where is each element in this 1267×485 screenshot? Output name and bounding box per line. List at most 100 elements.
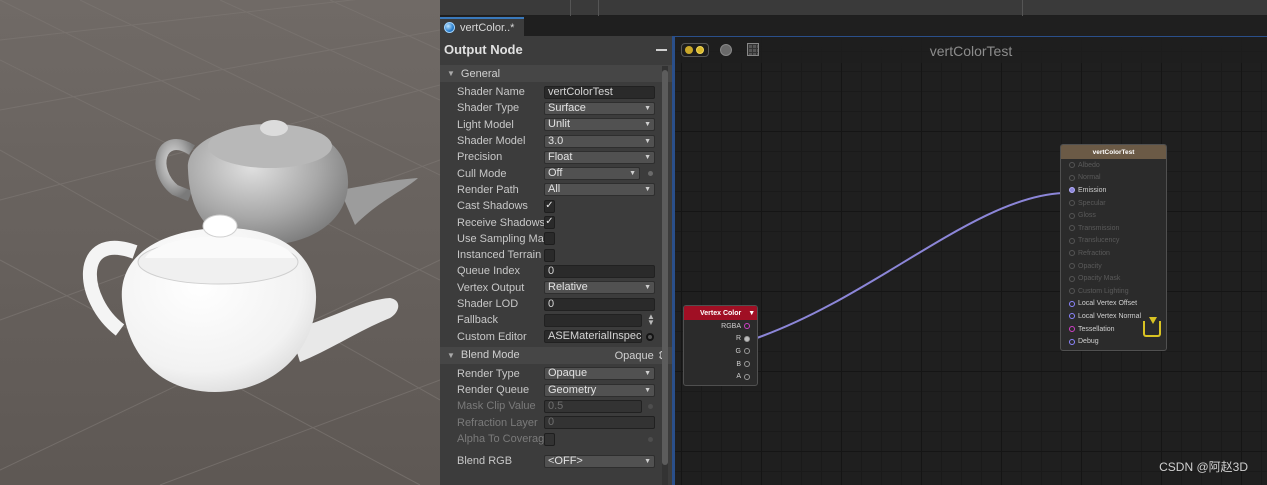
- live-dot-icon: [685, 46, 693, 54]
- port-refraction[interactable]: Refraction: [1061, 247, 1166, 260]
- port-circle-icon[interactable]: [1069, 263, 1075, 270]
- port-label: Local Vertex Offset: [1078, 300, 1138, 308]
- tab-vertcolor[interactable]: vertColor..*: [440, 17, 524, 36]
- port-circle-icon[interactable]: [1069, 187, 1075, 194]
- port-local-vertex-offset[interactable]: Local Vertex Offset: [1061, 298, 1166, 311]
- dropdown-value: Off: [548, 167, 563, 180]
- shader-lod-input[interactable]: 0: [544, 297, 655, 311]
- port-albedo[interactable]: Albedo: [1061, 159, 1166, 172]
- port-circle-icon[interactable]: [1069, 237, 1075, 244]
- spinner-icon[interactable]: ▲ ▼: [647, 313, 655, 327]
- port-rgba[interactable]: RGBA: [684, 320, 757, 333]
- row-blend-rgb: Blend RGB <OFF> ▼: [440, 453, 672, 469]
- receive-shadows-checkbox[interactable]: ✓: [544, 216, 555, 230]
- scrollbar-thumb[interactable]: [662, 70, 668, 465]
- port-circle-icon[interactable]: [1069, 162, 1075, 169]
- row-light-model: Light Model Unlit ▼: [440, 117, 672, 133]
- dropdown-value: Geometry: [548, 383, 597, 396]
- precision-dropdown[interactable]: Float ▼: [544, 150, 655, 164]
- port-custom-lighting[interactable]: Custom Lighting: [1061, 285, 1166, 298]
- minimize-icon[interactable]: [656, 48, 667, 51]
- caret-down-icon: ▼: [644, 284, 651, 292]
- row-label: Queue Index: [457, 265, 520, 278]
- render-path-dropdown[interactable]: All ▼: [544, 183, 655, 197]
- preview-sphere-icon[interactable]: [720, 44, 732, 56]
- shader-type-dropdown[interactable]: Surface ▼: [544, 101, 655, 115]
- port-circle-icon[interactable]: [1069, 326, 1075, 333]
- node-header[interactable]: vertColorTest: [1061, 145, 1166, 159]
- custom-editor-input[interactable]: ASEMaterialInspecto: [544, 330, 642, 344]
- row-label: Custom Editor: [457, 330, 527, 343]
- light-model-dropdown[interactable]: Unlit ▼: [544, 118, 655, 132]
- inline-property-dot[interactable]: [648, 171, 653, 177]
- collapse-arrow-icon: ▼: [447, 350, 455, 360]
- port-g[interactable]: G: [684, 345, 757, 358]
- caret-down-icon[interactable]: ▼: [748, 310, 755, 317]
- port-circle-icon[interactable]: [1069, 338, 1075, 345]
- port-label: Albedo: [1078, 161, 1100, 169]
- calculator-icon[interactable]: [747, 43, 759, 56]
- port-b[interactable]: B: [684, 358, 757, 371]
- row-label: Cull Mode: [457, 167, 507, 180]
- port-circle-icon[interactable]: [1069, 275, 1075, 282]
- blend-mode-select[interactable]: Opaque ⇕: [615, 349, 666, 362]
- port-circle-icon[interactable]: [1069, 174, 1075, 181]
- row-label: Refraction Layer: [457, 416, 538, 429]
- port-gloss[interactable]: Gloss: [1061, 209, 1166, 222]
- output-node[interactable]: vertColorTest Albedo Normal Emission Spe…: [1060, 144, 1167, 351]
- row-cull-mode: Cull Mode Off ▼: [440, 165, 672, 181]
- cull-mode-dropdown[interactable]: Off ▼: [544, 167, 640, 181]
- port-specular[interactable]: Specular: [1061, 197, 1166, 210]
- port-label: A: [736, 373, 741, 381]
- port-circle-icon[interactable]: [744, 361, 750, 368]
- row-use-sampling-macros: Use Sampling Mac: [440, 231, 672, 247]
- object-picker-icon[interactable]: [646, 332, 654, 341]
- use-sampling-macros-checkbox[interactable]: [544, 232, 555, 246]
- shader-name-input[interactable]: vertColorTest: [544, 85, 655, 99]
- port-emission[interactable]: Emission: [1061, 184, 1166, 197]
- queue-index-input[interactable]: 0: [544, 264, 655, 278]
- toolbar-divider: [598, 0, 599, 16]
- row-label: Shader Type: [457, 102, 520, 115]
- port-a[interactable]: A: [684, 370, 757, 383]
- port-circle-icon[interactable]: [1069, 250, 1075, 257]
- node-graph-canvas[interactable]: vertColorTest Vertex Color ▼ RGBA R G B …: [672, 36, 1267, 485]
- port-normal[interactable]: Normal: [1061, 172, 1166, 185]
- white-teapot: [83, 214, 399, 392]
- node-title: vertColorTest: [1092, 148, 1135, 156]
- node-header[interactable]: Vertex Color ▼: [684, 306, 757, 320]
- port-opacity-mask[interactable]: Opacity Mask: [1061, 272, 1166, 285]
- vertex-output-dropdown[interactable]: Relative ▼: [544, 281, 655, 295]
- port-circle-icon[interactable]: [744, 323, 750, 330]
- port-circle-icon[interactable]: [1069, 313, 1075, 320]
- port-label: Emission: [1078, 186, 1107, 194]
- row-label: Render Path: [457, 183, 519, 196]
- port-circle-icon[interactable]: [1069, 288, 1075, 295]
- render-type-dropdown[interactable]: Opaque ▼: [544, 367, 655, 381]
- port-circle-icon[interactable]: [744, 335, 750, 342]
- port-translucency[interactable]: Translucency: [1061, 235, 1166, 248]
- port-circle-icon[interactable]: [1069, 300, 1075, 307]
- shader-model-dropdown[interactable]: 3.0 ▼: [544, 134, 655, 148]
- master-node-save-icon[interactable]: [1143, 317, 1161, 337]
- port-circle-icon[interactable]: [744, 348, 750, 355]
- blend-rgb-dropdown[interactable]: <OFF> ▼: [544, 454, 655, 468]
- render-queue-dropdown[interactable]: Geometry ▼: [544, 383, 655, 397]
- port-opacity[interactable]: Opacity: [1061, 260, 1166, 273]
- port-transmission[interactable]: Transmission: [1061, 222, 1166, 235]
- instanced-terrain-checkbox[interactable]: [544, 248, 555, 262]
- port-debug[interactable]: Debug: [1061, 335, 1166, 348]
- port-circle-icon[interactable]: [744, 373, 750, 380]
- live-mode-toggle[interactable]: [681, 43, 709, 57]
- section-general[interactable]: ▼ General: [440, 65, 672, 82]
- panel-scrollbar[interactable]: [662, 66, 668, 485]
- cast-shadows-checkbox[interactable]: ✓: [544, 199, 555, 213]
- vertex-color-node[interactable]: Vertex Color ▼ RGBA R G B A: [683, 305, 758, 386]
- port-circle-icon[interactable]: [1069, 200, 1075, 207]
- scene-view[interactable]: [0, 0, 440, 485]
- section-blend-mode[interactable]: ▼ Blend Mode Opaque ⇕: [440, 346, 672, 364]
- port-r[interactable]: R: [684, 333, 757, 346]
- port-circle-icon[interactable]: [1069, 225, 1075, 232]
- port-circle-icon[interactable]: [1069, 212, 1075, 219]
- fallback-input[interactable]: [544, 313, 642, 327]
